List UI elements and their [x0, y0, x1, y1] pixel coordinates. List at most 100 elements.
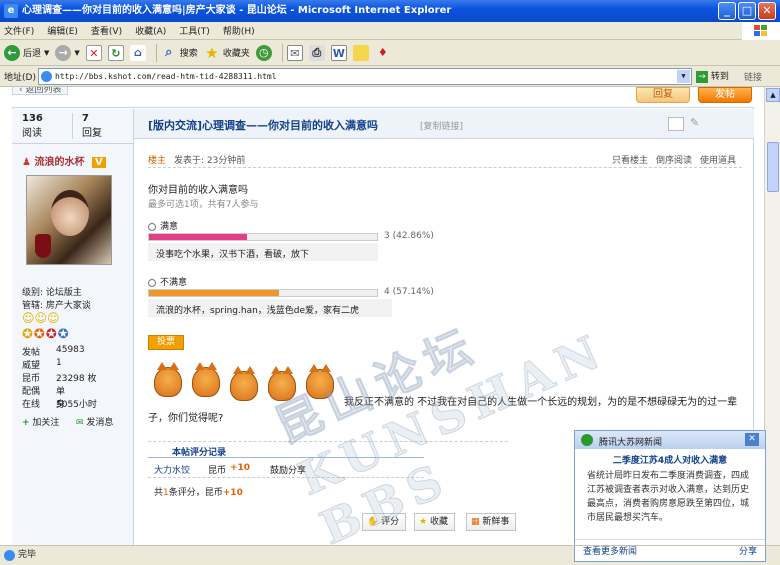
search-button[interactable]: ⌕ 搜索 [161, 42, 198, 64]
vertical-scrollbar[interactable]: ▲ [764, 87, 780, 545]
scrollbar-thumb[interactable] [767, 142, 779, 192]
message-button[interactable]: ✉ 发消息 [76, 415, 113, 428]
divider [148, 457, 424, 458]
go-button[interactable]: → 转到 [696, 69, 729, 83]
stat-value: 23298 枚 [56, 374, 97, 384]
replies-label: 回复 [82, 128, 102, 139]
go-label: 转到 [710, 72, 729, 82]
close-button[interactable]: ✕ [758, 2, 776, 20]
rating-currency: 昆币 [208, 466, 227, 476]
chevron-down-icon[interactable]: ▼ [677, 70, 690, 83]
dropdown-icon[interactable]: ▼ [74, 49, 79, 57]
discuss-button[interactable] [352, 42, 369, 64]
stop-button[interactable]: ✕ [85, 42, 102, 64]
select-box[interactable] [668, 117, 684, 131]
address-input[interactable]: http://bbs.kshot.com/read-htm-tid-428831… [38, 68, 692, 85]
thread-header: [版内交流]心理调查——你对目前的收入满意吗 [复制链接] ✎ [134, 109, 754, 139]
links-label[interactable]: 链接 [744, 70, 762, 83]
menu-file[interactable]: 文件(F) [4, 24, 34, 37]
history-button[interactable]: ◷ [255, 42, 272, 64]
news-icon: ▦ [471, 517, 480, 527]
vote-button[interactable]: 投票 [148, 335, 184, 350]
author-name[interactable]: ♟ 流浪的水杯 V [22, 153, 106, 168]
page-icon [4, 550, 15, 561]
menu-view[interactable]: 查看(V) [91, 24, 122, 37]
poll-question: 你对目前的收入满意吗 [148, 185, 248, 196]
stat-key: 发帖 [22, 348, 41, 358]
menu-edit[interactable]: 编辑(E) [47, 24, 78, 37]
mail-button[interactable]: ✉ [286, 42, 303, 64]
messenger-button[interactable]: ♦ [375, 42, 391, 64]
refresh-icon: ↻ [107, 44, 124, 61]
favorites-button[interactable]: ★ 收藏夹 [204, 42, 250, 64]
medal-icons: ✪✪✪✪ [22, 327, 70, 342]
stat-value: 5055小时 [56, 400, 97, 410]
close-icon[interactable]: ✕ [745, 433, 759, 446]
stat-key: 昆币 [22, 374, 41, 384]
radio-button[interactable] [148, 222, 156, 231]
cat-emoticon-icon [192, 362, 220, 397]
new-post-button[interactable]: 发帖 [698, 87, 752, 103]
back-to-list-button[interactable]: ‹ 返回列表 [12, 87, 69, 95]
forward-button[interactable]: → ▼ [55, 42, 80, 64]
menu-tools[interactable]: 工具(T) [179, 24, 210, 37]
reply-button[interactable]: 回复 [636, 87, 690, 103]
refresh-button[interactable]: ↻ [107, 42, 124, 64]
owner-label: 楼主 [148, 156, 167, 166]
popup-header: 腾讯大苏网新闻 ✕ [575, 431, 765, 449]
rating-user[interactable]: 大力水饺 [154, 463, 190, 476]
window-title-bar: e 心理调查——你对目前的收入满意吗|房产大家谈 - 昆山论坛 - Micros… [0, 0, 780, 22]
note-icon [352, 44, 369, 61]
rate-button[interactable]: ✋ 评分 [362, 513, 407, 531]
rating-total: 共1条评分，昆币+10 [154, 485, 243, 498]
post-body: 我反正不满意的 不过我在对自己的人生做一个长远的规划，为的是不想碌碌无为的过一辈… [148, 397, 738, 424]
menu-favorites[interactable]: 收藏(A) [135, 24, 166, 37]
home-icon: ⌂ [129, 44, 146, 61]
popup-source: 腾讯大苏网新闻 [599, 438, 663, 448]
post-time: 发表于: 23分钟前 [174, 156, 246, 166]
divider [575, 539, 765, 540]
stat-key: 配偶 [22, 387, 41, 397]
rate-label: 评分 [381, 517, 400, 527]
stat-row: 配偶 单身 [22, 384, 65, 410]
back-button[interactable]: ← 后退 ▼ [4, 42, 49, 64]
poll-option[interactable]: 满意 [148, 219, 178, 232]
status-bar: 完毕 [0, 545, 780, 565]
favorite-post-button[interactable]: ★ 收藏 [414, 513, 455, 531]
menu-bar: 文件(F) 编辑(E) 查看(V) 收藏(A) 工具(T) 帮助(H) [0, 22, 780, 40]
wine-glass-icon [35, 234, 51, 258]
message-icon: ✉ [76, 418, 84, 428]
minimize-button[interactable]: _ [718, 2, 736, 20]
dropdown-icon[interactable]: ▼ [44, 49, 49, 57]
follow-button[interactable]: + 加关注 [22, 415, 59, 428]
toolbar-divider [155, 43, 157, 62]
plus-icon: + [22, 418, 30, 428]
poll-option[interactable]: 不满意 [148, 275, 187, 288]
edit-button[interactable]: W [330, 42, 347, 64]
user-manage: 管辖: 房产大家谈 [22, 301, 91, 311]
poll-option-label: 满意 [160, 222, 179, 232]
qq-logo-icon [581, 434, 593, 446]
menu-help[interactable]: 帮助(H) [223, 24, 255, 37]
print-button[interactable]: ⎙ [308, 42, 325, 64]
copy-link-button[interactable]: [复制链接] [420, 119, 463, 132]
stat-key: 威望 [22, 361, 41, 371]
only-owner-link[interactable]: 只看楼主 [612, 153, 648, 166]
poll-bar-fill [149, 290, 280, 296]
home-button[interactable]: ⌂ [129, 42, 146, 64]
avatar[interactable] [26, 175, 112, 265]
popup-headline[interactable]: 二季度江苏4成人对收入满意 [575, 453, 765, 466]
word-icon: W [330, 44, 347, 61]
news-label: 新鲜事 [482, 517, 510, 527]
radio-button[interactable] [148, 278, 156, 287]
stat-divider [72, 113, 73, 139]
wrench-icon[interactable]: ✎ [690, 116, 699, 129]
news-button[interactable]: ▦ 新鲜事 [466, 513, 517, 531]
stat-row: 威望 1 [22, 358, 62, 371]
scroll-up-icon[interactable]: ▲ [766, 88, 780, 102]
tools-link[interactable]: 使用道具 [700, 153, 736, 166]
maximize-button[interactable]: □ [738, 2, 756, 20]
medal-icon: ✪ [22, 327, 34, 342]
user-icon: ♟ [22, 157, 31, 168]
reverse-order-link[interactable]: 倒序阅读 [656, 153, 692, 166]
